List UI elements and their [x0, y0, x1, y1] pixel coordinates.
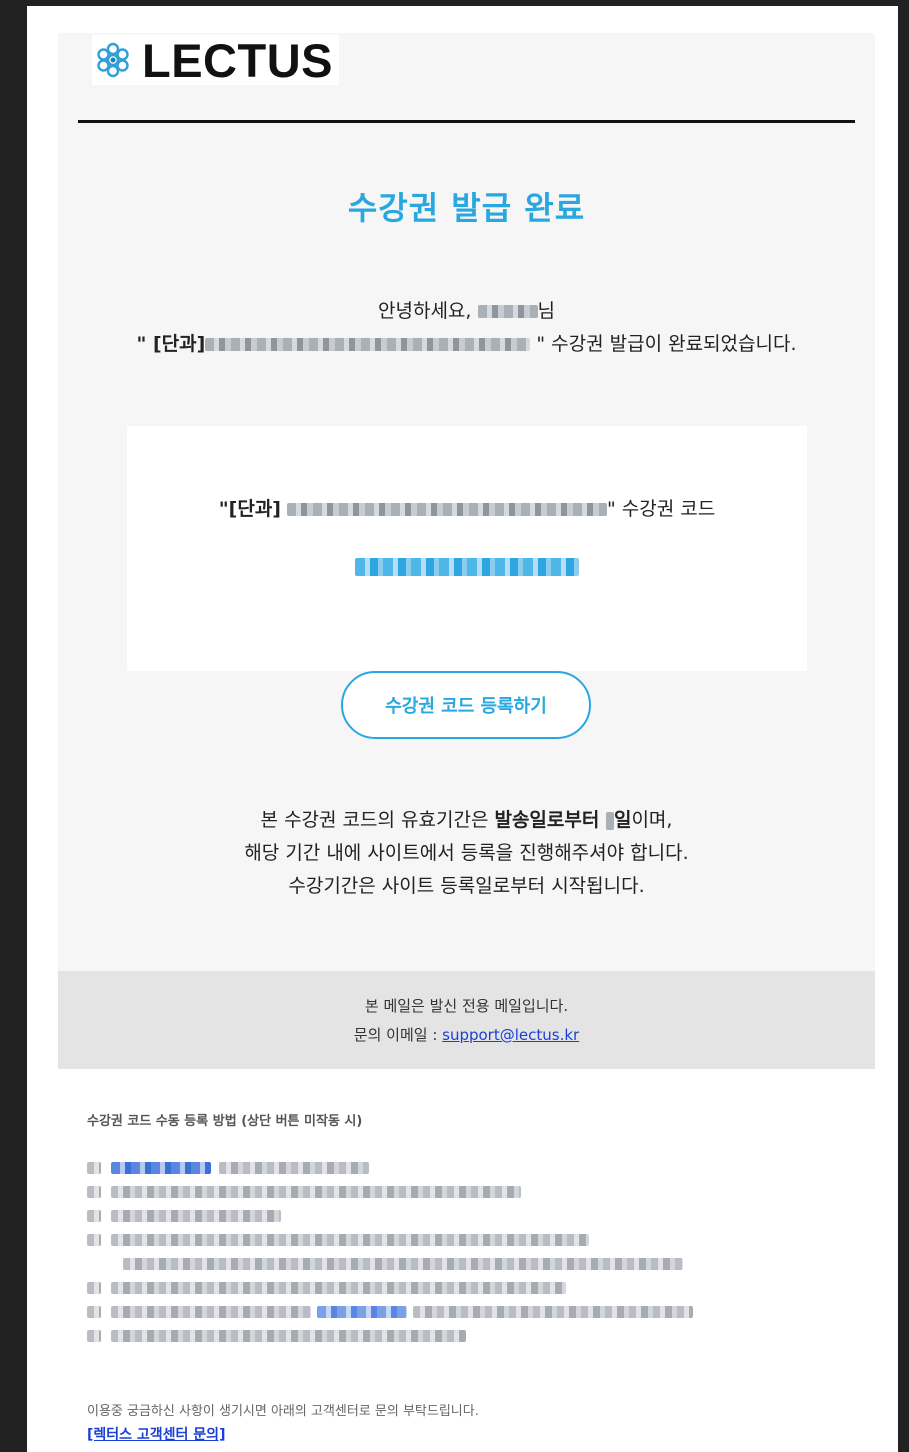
- redacted-step-number: [87, 1234, 101, 1246]
- redacted-step-text: [123, 1258, 683, 1270]
- notice-bold-text: 일: [613, 809, 632, 831]
- greeting-line: 안녕하세요, 님: [58, 295, 875, 328]
- flower-logo-icon: [97, 42, 129, 78]
- register-code-button[interactable]: 수강권 코드 등록하기: [341, 671, 591, 739]
- support-email-link[interactable]: support@lectus.kr: [442, 1026, 579, 1044]
- notice-text: 이며,: [631, 809, 673, 831]
- redacted-link[interactable]: [111, 1162, 211, 1174]
- redacted-link[interactable]: [317, 1306, 407, 1318]
- redacted-step-text: [111, 1282, 566, 1294]
- code-prefix: "[단과]: [218, 498, 281, 520]
- list-item: [87, 1300, 693, 1324]
- redacted-step-number: [87, 1162, 101, 1174]
- redacted-step-text: [111, 1306, 311, 1318]
- validity-notice: 본 수강권 코드의 유효기간은 발송일로부터 일이며, 해당 기간 내에 사이트…: [58, 804, 875, 903]
- email-frame: LECTUS 수강권 발급 완료 안녕하세요, 님 " [단과] " 수강권 발…: [27, 6, 898, 1452]
- issued-suffix: " 수강권 발급이 완료되었습니다.: [530, 333, 797, 355]
- email-panel: LECTUS 수강권 발급 완료 안녕하세요, 님 " [단과] " 수강권 발…: [58, 33, 875, 1069]
- manual-register-title: 수강권 코드 수동 등록 방법 (상단 버튼 미작동 시): [87, 1114, 363, 1129]
- email-title: 수강권 발급 완료: [347, 189, 586, 227]
- notice-line-3: 수강기간은 사이트 등록일로부터 시작됩니다.: [288, 875, 645, 897]
- redacted-step-number: [87, 1210, 101, 1222]
- notice-line-2: 해당 기간 내에 사이트에서 등록을 진행해주셔야 합니다.: [244, 842, 689, 864]
- redacted-step-number: [87, 1186, 101, 1198]
- greeting-prefix: 안녕하세요,: [378, 300, 472, 322]
- list-item: [87, 1228, 693, 1252]
- list-item: [87, 1156, 693, 1180]
- redacted-step-text: [111, 1234, 589, 1246]
- redacted-step-text: [111, 1186, 521, 1198]
- list-item: [87, 1252, 693, 1276]
- redacted-step-text: [219, 1162, 369, 1174]
- redacted-step-text: [111, 1210, 281, 1222]
- redacted-course-name: [205, 338, 531, 351]
- redacted-step-text: [111, 1330, 466, 1342]
- voucher-code-box: "[단과] " 수강권 코드: [127, 426, 807, 671]
- contact-label: 문의 이메일 :: [353, 1026, 443, 1044]
- notice-bold-text: 발송일로부터: [494, 809, 606, 831]
- greeting-block: 안녕하세요, 님 " [단과] " 수강권 발급이 완료되었습니다.: [58, 295, 875, 361]
- manual-steps-list: [87, 1156, 693, 1348]
- list-item: [87, 1180, 693, 1204]
- footer-bar: 본 메일은 발신 전용 메일입니다. 문의 이메일 : support@lect…: [58, 971, 875, 1069]
- redacted-user-name: [477, 305, 538, 318]
- redacted-voucher-code: [355, 558, 579, 576]
- list-item: [87, 1204, 693, 1228]
- issued-prefix: " [단과]: [136, 333, 206, 355]
- redacted-step-number: [87, 1282, 101, 1294]
- redacted-step-number: [87, 1306, 101, 1318]
- footer-sender-note: 본 메일은 발신 전용 메일입니다.: [364, 997, 569, 1015]
- brand-logo: LECTUS: [92, 35, 339, 85]
- redacted-course-name: [287, 503, 608, 516]
- list-item: [87, 1276, 693, 1300]
- code-suffix: " 수강권 코드: [607, 498, 716, 520]
- support-note: 이용중 궁금하신 사항이 생기시면 아래의 고객센터로 문의 부탁드립니다.: [87, 1404, 479, 1419]
- list-item: [87, 1324, 693, 1348]
- redacted-step-number: [87, 1330, 101, 1342]
- notice-text: 본 수강권 코드의 유효기간은: [260, 809, 495, 831]
- redacted-days: [605, 811, 614, 830]
- voucher-code-title: "[단과] " 수강권 코드: [127, 494, 807, 521]
- footer-contact: 문의 이메일 : support@lectus.kr: [58, 1024, 875, 1045]
- redacted-step-text: [413, 1306, 693, 1318]
- greeting-suffix: 님: [537, 300, 555, 322]
- brand-name: LECTUS: [142, 33, 333, 87]
- notice-line-1: 본 수강권 코드의 유효기간은 발송일로부터 일이며,: [58, 804, 875, 837]
- header-divider: [78, 120, 855, 123]
- customer-center-link[interactable]: [렉터스 고객센터 문의]: [87, 1424, 225, 1444]
- issued-line: " [단과] " 수강권 발급이 완료되었습니다.: [58, 328, 875, 361]
